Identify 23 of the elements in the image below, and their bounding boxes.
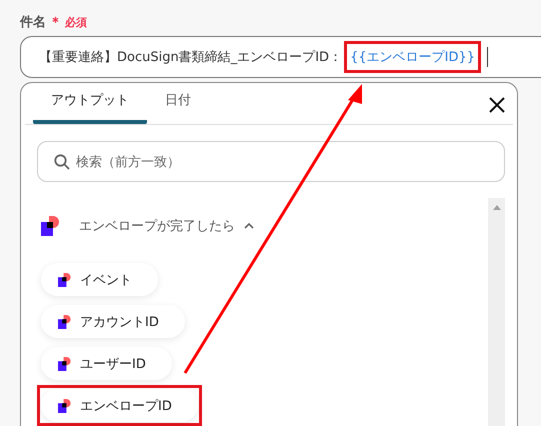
field-label: 件名: [20, 14, 46, 31]
scrollbar[interactable]: [488, 198, 505, 426]
required-text: 必須: [65, 14, 87, 30]
output-chip[interactable]: イベント: [41, 263, 158, 296]
app-logo-icon: [58, 272, 72, 286]
search-placeholder: 検索（前方一致）: [76, 154, 180, 170]
app-logo-icon: [41, 216, 61, 236]
close-icon[interactable]: [489, 97, 505, 113]
required-mark: ＊: [49, 14, 62, 31]
app-logo-icon: [58, 398, 72, 412]
subject-field[interactable]: 【重要連絡】DocuSign書類締結_エンベロープID： {{エンベロープID}}: [20, 36, 541, 78]
app-logo-icon: [58, 314, 72, 328]
search-icon: [54, 154, 70, 170]
output-chip[interactable]: エンベロープID: [41, 389, 198, 422]
group-title: エンベロープが完了したら: [79, 218, 235, 235]
text-cursor: [487, 47, 488, 67]
app-logo-icon: [58, 356, 72, 370]
tab[interactable]: アウトプット: [33, 91, 147, 124]
output-chip[interactable]: ユーザーID: [41, 347, 172, 380]
variable-token: {{エンベロープID}}: [350, 50, 475, 65]
tab[interactable]: 日付: [147, 91, 209, 124]
output-chip[interactable]: アカウントID: [41, 305, 185, 338]
search-field[interactable]: 検索（前方一致）: [37, 141, 505, 182]
